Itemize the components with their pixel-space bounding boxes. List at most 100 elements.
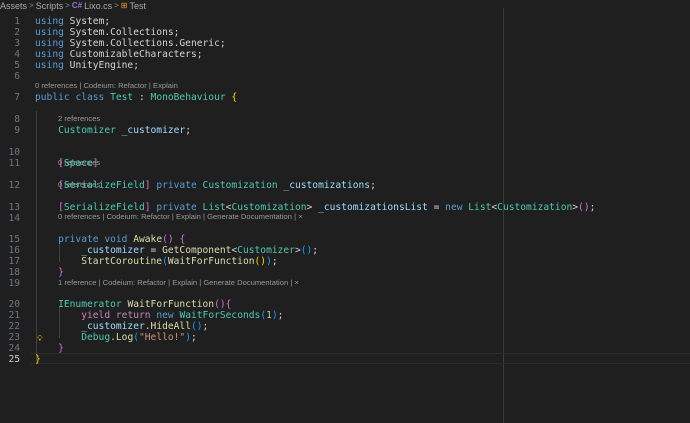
code-token: new [445, 202, 463, 213]
code-token: { [179, 234, 186, 245]
code-text: } [35, 343, 64, 354]
code-token: Customization [497, 202, 573, 213]
line-number: 25 [8, 354, 20, 365]
line-number: 19 [8, 278, 20, 289]
code-line[interactable]: 25} [0, 354, 690, 365]
code-token: } [58, 343, 64, 354]
code-token: Customizer [237, 245, 295, 256]
code-line[interactable]: 10 [0, 147, 690, 158]
code-token: Test [110, 92, 134, 103]
code-token: WaitForFunction [167, 256, 255, 267]
code-token: ; [271, 256, 278, 267]
line-number: 4 [14, 49, 20, 60]
code-editor[interactable]: 0 references | Codeium: Refactor | Expla… [0, 8, 690, 423]
code-line[interactable]: 19 [0, 278, 690, 289]
code-line[interactable]: 13 [SerializeField] private List<Customi… [0, 202, 690, 213]
code-token: { [225, 299, 232, 310]
code-text: _customizer.HideAll(); [35, 321, 208, 332]
code-text: Debug.Log("Hello!"); [35, 332, 197, 343]
code-text: yield return new WaitForSeconds(1); [35, 310, 283, 321]
code-line[interactable]: 23 Debug.Log("Hello!"); [0, 332, 690, 343]
code-line[interactable]: 14 [0, 213, 690, 224]
code-token: Awake [133, 234, 163, 245]
code-line[interactable]: 7 public class Test : MonoBehaviour { [0, 92, 690, 103]
code-line[interactable]: 1 using System; [0, 16, 690, 27]
code-token: new [156, 310, 174, 321]
code-token: return [115, 310, 151, 321]
code-line[interactable]: 16 _customizer = GetComponent<Customizer… [0, 245, 690, 256]
line-number: 6 [14, 71, 20, 82]
code-line[interactable]: 18 } [0, 267, 690, 278]
code-line[interactable]: 20 IEnumerator WaitForFunction(){ [0, 299, 690, 310]
code-token: using [35, 16, 64, 27]
code-line[interactable]: 12 [SerializeField] private Customizatio… [0, 180, 690, 191]
code-token: Customization [202, 180, 278, 191]
code-line[interactable]: 3 using System.Collections.Generic; [0, 38, 690, 49]
codelens-explain[interactable]: Explain [153, 81, 178, 90]
code-line[interactable]: 8 [0, 114, 690, 125]
code-token: UnityEngine; [63, 60, 139, 71]
code-token: Space [63, 158, 93, 169]
line-number: 7 [14, 92, 20, 103]
code-text: public class Test : MonoBehaviour { [35, 92, 237, 103]
codelens-divider: | [148, 81, 151, 90]
code-line[interactable]: 5 using UnityEngine; [0, 60, 690, 71]
code-token: SerializeField [63, 180, 145, 191]
code-text: [SerializeField] private List<Customizat… [35, 202, 595, 213]
code-line[interactable]: 17 StartCoroutine(WaitForFunction()); [0, 256, 690, 267]
code-token: Customizer [58, 125, 116, 136]
code-text: } [35, 267, 64, 278]
codelens-references[interactable]: 0 references [35, 81, 77, 90]
line-number: 12 [8, 180, 20, 191]
code-token: () [300, 245, 313, 256]
code-text: } [35, 354, 41, 365]
line-number: 3 [14, 38, 20, 49]
code-line[interactable]: 15 private void Awake() { [0, 234, 690, 245]
code-token: void [104, 234, 128, 245]
code-token: ; [370, 180, 376, 191]
code-token: List [468, 202, 492, 213]
line-number: 10 [8, 147, 20, 158]
line-number: 24 [8, 343, 20, 354]
line-number: 2 [14, 27, 20, 38]
line-number: 23 [8, 332, 20, 343]
code-text: using System.Collections.Generic; [35, 38, 226, 49]
code-line[interactable]: 6 [0, 71, 690, 82]
code-token: = [144, 245, 163, 256]
code-line[interactable]: 11 [Space] [0, 158, 690, 169]
code-token: : [133, 92, 151, 103]
codelens-refactor[interactable]: Codeium: Refactor [83, 81, 146, 90]
code-text: [SerializeField] private Customization _… [35, 180, 376, 191]
code-line[interactable]: 9 Customizer _customizer; [0, 125, 690, 136]
code-token: WaitForSeconds [179, 310, 261, 321]
code-token: CustomizableCharacters; [63, 49, 203, 60]
code-line[interactable]: 2 using System.Collections; [0, 27, 690, 38]
code-token: ; [277, 310, 284, 321]
code-token: _customizer [121, 125, 186, 136]
line-number: 11 [8, 158, 20, 169]
code-token: () [578, 202, 590, 213]
line-number: 14 [8, 213, 20, 224]
code-token: private [58, 234, 99, 245]
code-token: using [35, 49, 64, 60]
line-number: 5 [14, 60, 20, 71]
codelens-line-7: 0 references | Codeium: Refactor | Expla… [35, 81, 178, 90]
code-token: ; [589, 202, 596, 213]
code-line[interactable]: 24 } [0, 343, 690, 354]
code-token: private [156, 202, 197, 213]
code-token: IEnumerator [58, 299, 122, 310]
code-line[interactable]: 21 yield return new WaitForSeconds(1); [0, 310, 690, 321]
line-number: 9 [14, 125, 20, 136]
code-token: SerializeField [63, 202, 145, 213]
code-line[interactable]: 22 _customizer.HideAll(); [0, 321, 690, 332]
code-token: System.Collections.Generic; [63, 38, 226, 49]
code-text: IEnumerator WaitForFunction(){ [35, 299, 231, 310]
code-line[interactable]: 4 using CustomizableCharacters; [0, 49, 690, 60]
